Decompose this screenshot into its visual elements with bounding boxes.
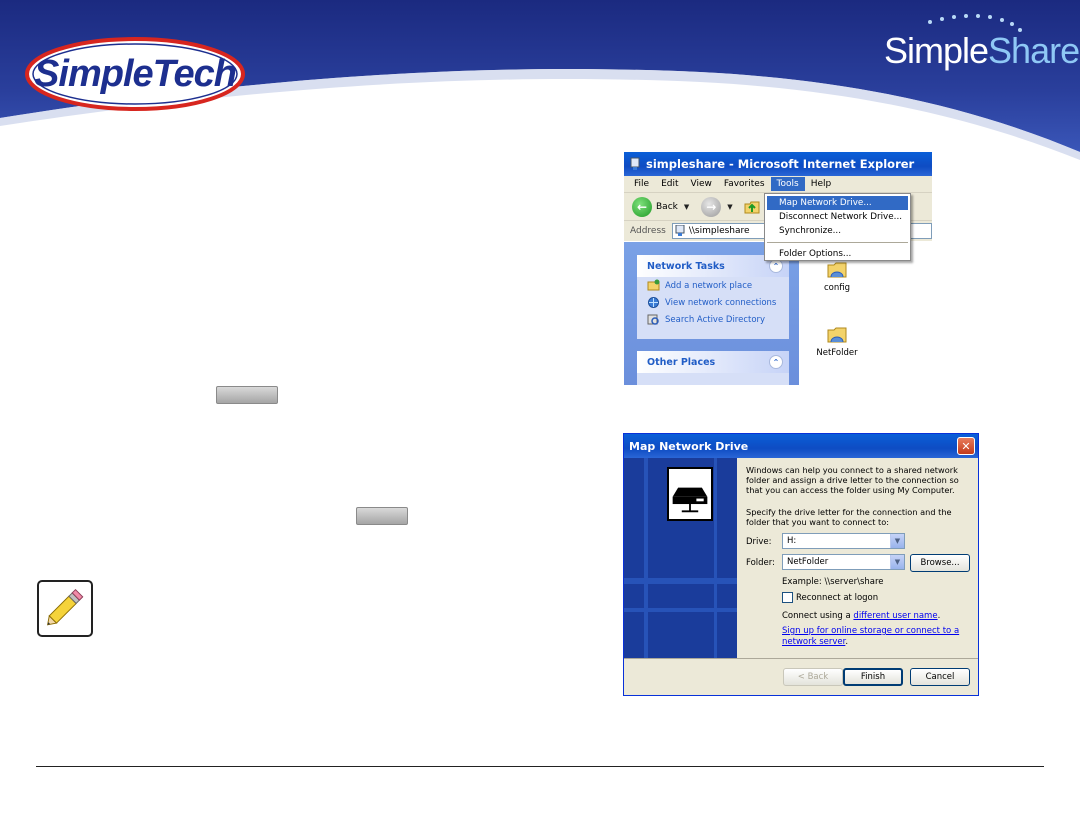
folder-config[interactable]: config (812, 257, 862, 293)
ie-folder-view: config NetFolder (799, 242, 932, 385)
chevron-down-icon[interactable]: ▼ (890, 555, 904, 569)
menu-help[interactable]: Help (805, 177, 838, 191)
inline-button-placeholder (216, 386, 278, 404)
menu-separator (767, 242, 908, 243)
address-value: \\simpleshare (688, 226, 750, 236)
footer-divider (36, 766, 1044, 767)
inline-button-placeholder (356, 507, 408, 525)
collapse-chevron-icon[interactable]: ⌃ (769, 259, 783, 273)
menu-item-disconnect-network-drive[interactable]: Disconnect Network Drive... (765, 210, 910, 224)
ie-window-screenshot: simpleshare - Microsoft Internet Explore… (624, 152, 932, 385)
dialog-intro-text: Windows can help you connect to a shared… (746, 465, 959, 496)
menu-edit[interactable]: Edit (655, 177, 684, 191)
network-share-icon (675, 225, 685, 236)
back-dropdown-icon[interactable]: ▼ (684, 203, 689, 211)
network-share-icon (630, 157, 640, 170)
task-search-active-directory[interactable]: Search Active Directory (637, 311, 789, 328)
folder-netfolder[interactable]: NetFolder (812, 322, 862, 358)
network-tasks-panel: Network Tasks ⌃ Add a network place View… (637, 255, 789, 339)
reconnect-checkbox[interactable] (782, 592, 793, 603)
ie-explorer-body: Network Tasks ⌃ Add a network place View… (624, 242, 932, 385)
simpletech-logo: SimpleTech (34, 52, 237, 95)
ie-menubar: File Edit View Favorites Tools Help (624, 176, 932, 193)
network-place-icon (647, 279, 660, 291)
other-places-header[interactable]: Other Places ⌃ (637, 351, 789, 373)
signup-link[interactable]: Sign up for online storage or connect to… (782, 626, 959, 647)
other-places-panel: Other Places ⌃ (637, 351, 789, 385)
menu-item-folder-options[interactable]: Folder Options... (765, 247, 910, 261)
simpleshare-logo: SimpleShare (884, 30, 1080, 71)
task-view-network-connections[interactable]: View network connections (637, 294, 789, 311)
network-connections-icon (648, 297, 659, 308)
menu-file[interactable]: File (628, 177, 655, 191)
finish-button[interactable]: Finish (843, 668, 903, 686)
menu-favorites[interactable]: Favorites (718, 177, 771, 191)
connect-using-text: Connect using a different user name. (782, 611, 941, 621)
folder-label: Folder: (746, 558, 775, 568)
folder-up-icon[interactable] (743, 198, 761, 216)
dialog-instruction-text: Specify the drive letter for the connect… (746, 507, 952, 528)
dialog-title-bar: Map Network Drive ✕ (624, 434, 978, 458)
back-label[interactable]: Back (656, 202, 678, 212)
example-text: Example: \\server\share (782, 577, 884, 587)
menu-item-map-network-drive[interactable]: Map Network Drive... (767, 196, 908, 210)
shared-folder-icon (827, 327, 847, 343)
ie-task-pane: Network Tasks ⌃ Add a network place View… (624, 242, 799, 385)
network-drive-icon (667, 467, 713, 521)
menu-tools[interactable]: Tools (770, 177, 805, 191)
tools-dropdown-menu: Map Network Drive... Disconnect Network … (764, 193, 911, 261)
different-user-link[interactable]: different user name (853, 611, 937, 621)
task-add-network-place[interactable]: Add a network place (637, 277, 789, 294)
back-arrow-icon[interactable]: ← (632, 196, 652, 217)
back-button[interactable]: < Back (783, 668, 843, 686)
address-label: Address (630, 226, 666, 236)
ie-title-text: simpleshare - Microsoft Internet Explore… (646, 157, 915, 171)
forward-dropdown-icon[interactable]: ▼ (727, 203, 732, 211)
folder-combo[interactable]: NetFolder ▼ (782, 554, 905, 570)
menu-view[interactable]: View (685, 177, 718, 191)
signup-text: Sign up for online storage or connect to… (782, 626, 960, 647)
ie-title-bar: simpleshare - Microsoft Internet Explore… (624, 152, 932, 176)
cancel-button[interactable]: Cancel (910, 668, 970, 686)
menu-item-synchronize[interactable]: Synchronize... (765, 224, 910, 238)
collapse-chevron-icon[interactable]: ⌃ (769, 355, 783, 369)
chevron-down-icon[interactable]: ▼ (890, 534, 904, 548)
reconnect-label: Reconnect at logon (796, 593, 879, 603)
dialog-divider (624, 658, 978, 659)
drive-select[interactable]: H: ▼ (782, 533, 905, 549)
dialog-title: Map Network Drive (629, 439, 749, 453)
close-icon[interactable]: ✕ (957, 437, 975, 455)
browse-button[interactable]: Browse... (910, 554, 970, 572)
search-directory-icon (647, 314, 659, 325)
forward-arrow-icon[interactable]: → (701, 196, 722, 217)
drive-label: Drive: (746, 537, 772, 547)
note-pencil-icon (37, 580, 93, 637)
map-network-drive-dialog: Map Network Drive ✕ Windows can help you… (623, 433, 979, 696)
